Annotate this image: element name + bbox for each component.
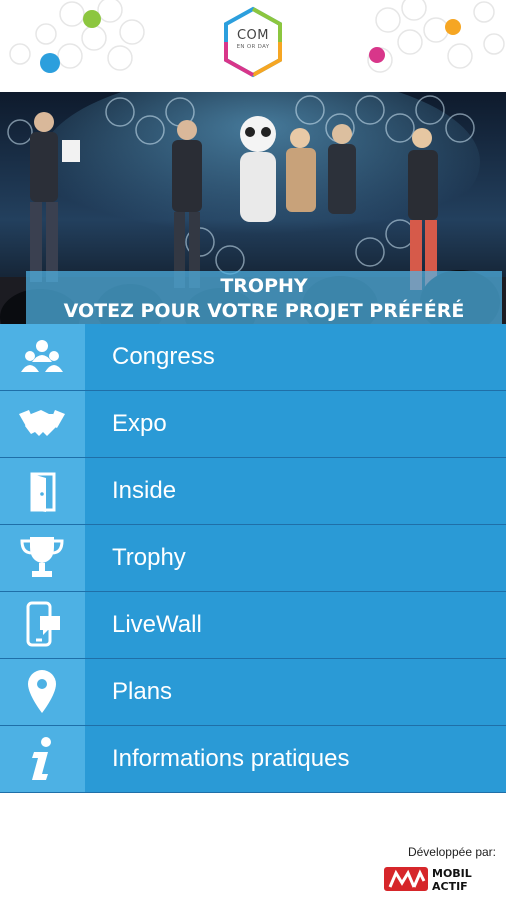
menu-item-label: LiveWall: [112, 611, 202, 638]
menu-item-label: Trophy: [112, 544, 186, 571]
icon-cell: [0, 592, 85, 658]
menu-item-inside[interactable]: Inside: [0, 458, 506, 525]
menu-item-expo[interactable]: Expo: [0, 391, 506, 458]
info-icon: [32, 737, 51, 780]
developer-label: Développée par:: [407, 845, 496, 859]
menu-item-congress[interactable]: Congress: [0, 324, 506, 391]
menu-item-label: Inside: [112, 477, 177, 504]
developer-credit[interactable]: Développée par: MOBIL ACTIF: [384, 845, 496, 893]
logo-title: COM: [236, 28, 270, 43]
menu-item-label: Plans: [112, 678, 173, 705]
icon-cell: [0, 324, 85, 390]
menu-item-livewall[interactable]: LiveWall: [0, 592, 506, 659]
mobilactif-logo: MOBIL ACTIF: [384, 865, 496, 897]
main-menu: Congress Expo Inside Trophy LiveWall Pla…: [0, 324, 506, 793]
phone-chat-icon: [26, 601, 60, 647]
icon-cell: [0, 726, 85, 792]
app-logo: COM EN OR DAY: [217, 6, 289, 78]
mobilactif-line1: MOBIL: [432, 867, 472, 880]
banner-title: TROPHY: [220, 275, 308, 297]
door-icon: [30, 472, 56, 512]
icon-cell: [0, 525, 85, 591]
handshake-icon: [19, 410, 65, 436]
icon-cell: [0, 458, 85, 524]
menu-item-label: Expo: [112, 410, 167, 437]
group-icon: [21, 340, 63, 372]
mobilactif-line2: ACTIF: [432, 880, 468, 893]
menu-item-trophy[interactable]: Trophy: [0, 525, 506, 592]
menu-item-informations-pratiques[interactable]: Informations pratiques: [0, 726, 506, 793]
banner-subtitle: VOTEZ POUR VOTRE PROJET PRÉFÉRÉ: [63, 300, 465, 322]
icon-cell: [0, 659, 85, 725]
app-header: COM EN OR DAY: [0, 0, 506, 92]
icon-cell: [0, 391, 85, 457]
menu-item-label: Informations pratiques: [112, 745, 350, 772]
trophy-banner[interactable]: TROPHY VOTEZ POUR VOTRE PROJET PRÉFÉRÉ: [0, 92, 506, 324]
trophy-icon: [20, 537, 64, 577]
logo-subtitle: EN OR DAY: [236, 44, 270, 50]
menu-item-plans[interactable]: Plans: [0, 659, 506, 726]
menu-item-label: Congress: [112, 343, 215, 370]
map-pin-icon: [28, 670, 56, 713]
